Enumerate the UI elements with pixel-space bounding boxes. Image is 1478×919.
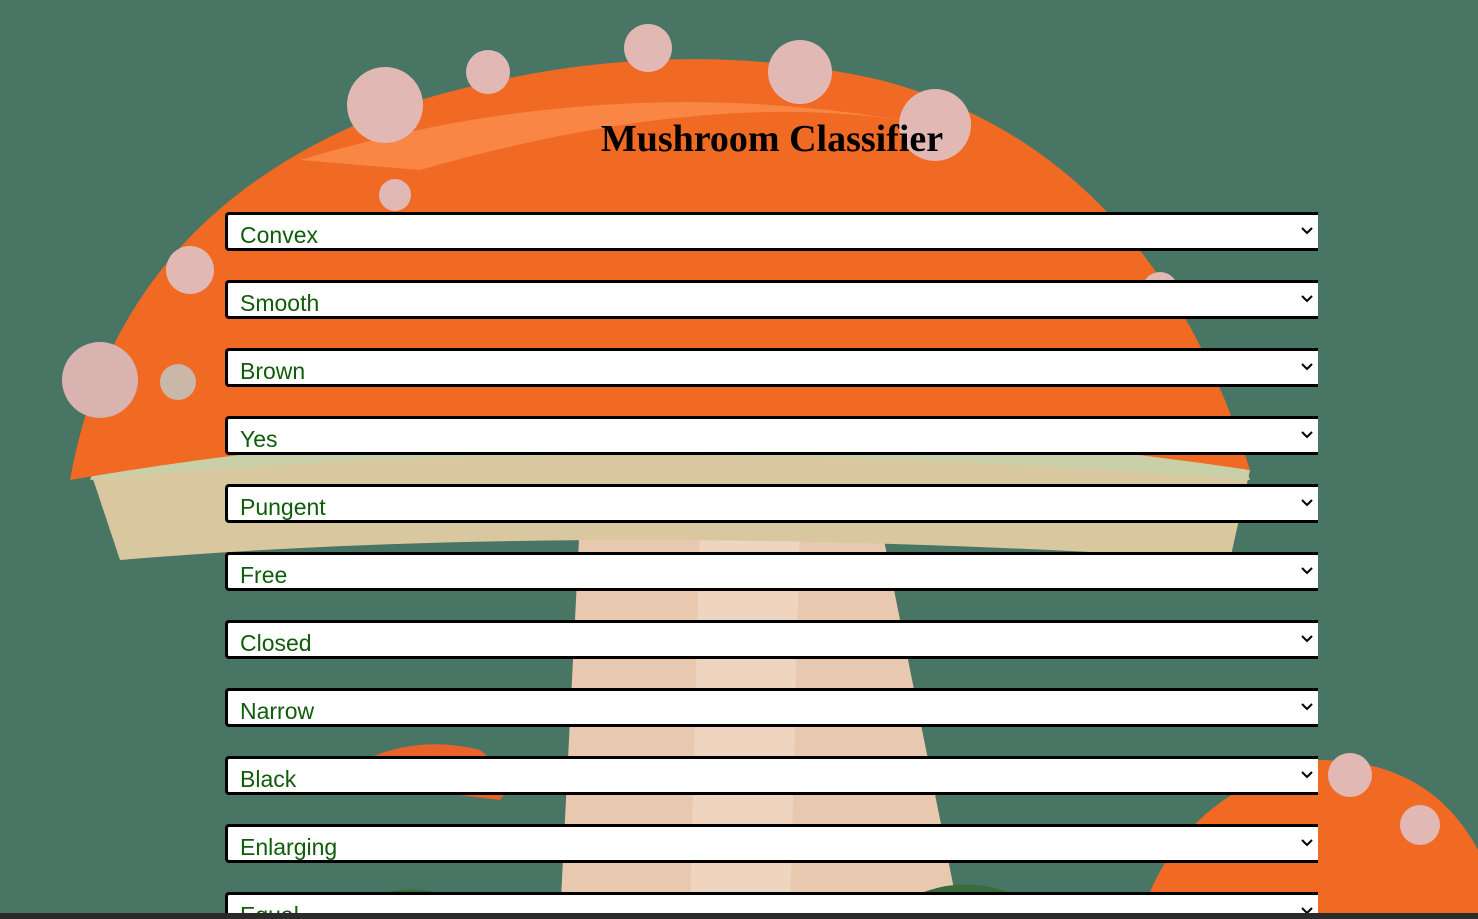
select-bruises[interactable]: Yes [225, 416, 1318, 455]
select-value: Pungent [240, 494, 326, 520]
select-gill-attachment[interactable]: Free [225, 552, 1318, 591]
chevron-down-icon [1301, 499, 1313, 507]
select-cap-surface[interactable]: Smooth [225, 280, 1318, 319]
select-value: Narrow [240, 698, 315, 724]
chevron-down-icon [1301, 771, 1313, 779]
select-gill-color[interactable]: Black [225, 756, 1318, 795]
classifier-form: Convex Smooth Brown Yes Pungent Free Clo… [225, 212, 1318, 919]
page-title: Mushroom Classifier [600, 118, 944, 160]
chevron-down-icon [1301, 363, 1313, 371]
select-odor[interactable]: Pungent [225, 484, 1318, 523]
chevron-down-icon [1301, 227, 1313, 235]
select-gill-spacing[interactable]: Closed [225, 620, 1318, 659]
select-value: Enlarging [240, 834, 338, 860]
chevron-down-icon [1301, 567, 1313, 575]
chevron-down-icon [1301, 635, 1313, 643]
select-gill-size[interactable]: Narrow [225, 688, 1318, 727]
chevron-down-icon [1301, 703, 1313, 711]
select-stalk-shape[interactable]: Enlarging [225, 824, 1318, 863]
select-value: Black [240, 766, 297, 792]
select-value: Free [240, 562, 288, 588]
select-value: Brown [240, 358, 306, 384]
select-value: Closed [240, 630, 312, 656]
window-bottom-edge [0, 913, 1478, 919]
chevron-down-icon [1301, 295, 1313, 303]
select-value: Smooth [240, 290, 320, 316]
select-cap-shape[interactable]: Convex [225, 212, 1318, 251]
select-value: Convex [240, 222, 318, 248]
select-cap-color[interactable]: Brown [225, 348, 1318, 387]
select-value: Yes [240, 426, 278, 452]
chevron-down-icon [1301, 431, 1313, 439]
chevron-down-icon [1301, 839, 1313, 847]
page: Mushroom Classifier Convex Smooth Brown … [0, 0, 1478, 919]
